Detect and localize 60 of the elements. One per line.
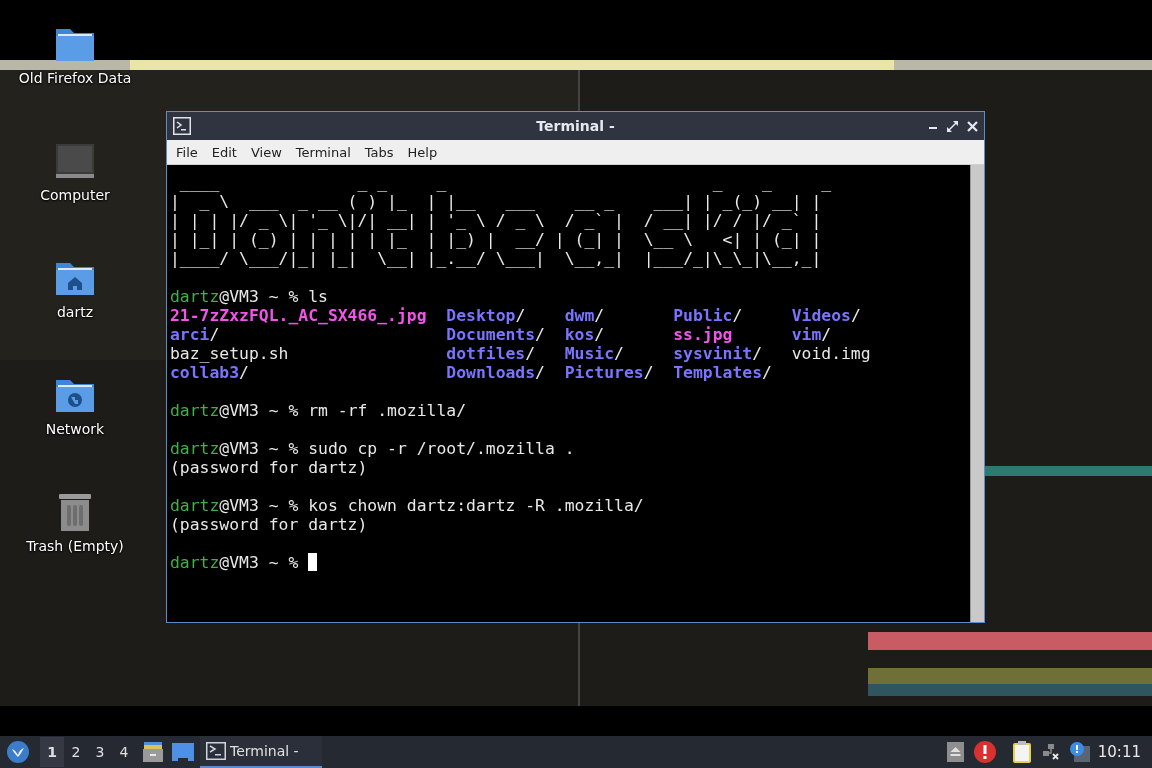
scrollbar[interactable]: [970, 165, 984, 622]
file-name: collab3/: [170, 363, 250, 382]
prompt-line: dartz@VM3 ~ %: [170, 553, 318, 572]
workspace-button[interactable]: 3: [88, 737, 112, 767]
prompt-line: dartz@VM3 ~ % ls: [170, 287, 328, 306]
maximize-button[interactable]: [947, 120, 958, 132]
file-name: Music/: [564, 344, 625, 363]
file-name: Public/: [673, 306, 744, 325]
output-line: (password for dartz): [170, 515, 368, 534]
file-name: Pictures/: [564, 363, 655, 382]
icon-label[interactable]: dartz: [56, 303, 94, 321]
menu-item[interactable]: View: [243, 142, 289, 162]
workspace-button[interactable]: 1: [40, 737, 64, 767]
taskbar-button[interactable]: Terminal -: [200, 736, 322, 768]
menu-item[interactable]: Edit: [204, 142, 244, 162]
ascii-art-text: ____ _ _ _ _ _ _ | _ \ ___ _ __ ( ) |_ | |__ ___ __ _ ___| | _(_) __| | | | | |/ _ \| '_ \|/| __| | '_ \ / _ \ / _` | / __| |/ / |/ _` | | |_| | (_) | | | | | |_ | |_) | __/ | (_| | \__ \ <| | (_| | |____/ \___/|_| |_| \__| |_.__/ \___| \__,_| |___/_|\_\_|\__,_|: [170, 173, 833, 268]
output-line: (password for dartz): [170, 458, 368, 477]
file-name: kos/: [564, 325, 606, 344]
file-name: baz_setup.sh: [170, 344, 290, 363]
monitor-icon: [54, 142, 96, 180]
prompt-line: dartz@VM3 ~ % rm -rf .mozilla/: [170, 401, 467, 420]
icon-label[interactable]: Old Firefox Data: [18, 69, 132, 87]
terminal-icon: [206, 742, 226, 760]
workspace-button[interactable]: 4: [112, 737, 136, 767]
terminal-icon: [173, 117, 191, 135]
file-name: sysvinit/: [673, 344, 764, 363]
file-name: Documents/: [446, 325, 546, 344]
file-cabinet-icon[interactable]: [142, 741, 164, 763]
window-title: Terminal -: [536, 118, 615, 134]
file-name: void.img: [791, 344, 872, 363]
clipboard-icon[interactable]: [1011, 741, 1032, 763]
close-button[interactable]: [967, 120, 978, 132]
menu-item[interactable]: File: [169, 142, 205, 162]
eject-icon[interactable]: [946, 742, 964, 762]
menu-item[interactable]: Terminal: [288, 142, 358, 162]
file-name: Downloads/: [446, 363, 546, 382]
file-name: Desktop/: [446, 306, 527, 325]
workspace-button[interactable]: 2: [64, 737, 88, 767]
icon-label[interactable]: Network: [45, 420, 105, 438]
window-icon[interactable]: [172, 743, 194, 761]
icon-label[interactable]: Trash (Empty): [26, 537, 124, 555]
trash-icon: [58, 492, 92, 532]
menu-item[interactable]: Help: [400, 142, 445, 162]
prompt-line: dartz@VM3 ~ % kos chown dartz:dartz -R .mozilla/: [170, 496, 644, 515]
file-name: dotfiles/: [446, 344, 537, 363]
prompt-line: dartz@VM3 ~ % sudo cp -r /root/.mozilla .: [170, 439, 575, 458]
file-name: Videos/: [791, 306, 862, 325]
file-name: 21-7zZxzFQL._AC_SX466_.jpg: [170, 306, 428, 325]
file-name: vim/: [791, 325, 833, 344]
menu-item[interactable]: Tabs: [357, 142, 401, 162]
file-name: dwm/: [564, 306, 606, 325]
icon-label[interactable]: Computer: [40, 186, 110, 204]
start-menu-icon[interactable]: [6, 740, 30, 764]
network-disconnected-icon[interactable]: [1041, 743, 1060, 761]
notification-icon[interactable]: [1069, 742, 1090, 762]
file-name: Templates/: [673, 363, 773, 382]
clock[interactable]: 10:11: [1097, 743, 1141, 761]
file-name: arci/: [170, 325, 221, 344]
file-name: ss.jpg: [673, 325, 734, 344]
warning-icon[interactable]: [973, 741, 996, 763]
